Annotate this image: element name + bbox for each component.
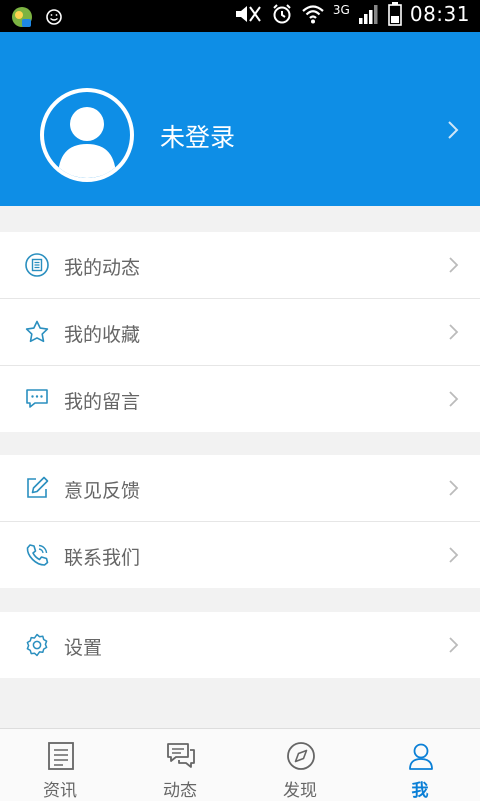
phone-icon xyxy=(24,542,50,568)
tab-label: 发现 xyxy=(240,776,360,801)
menu-item-settings[interactable]: 设置 xyxy=(0,612,480,678)
tab-activity[interactable]: 动态 xyxy=(120,729,240,801)
profile-header[interactable]: 未登录 xyxy=(0,32,480,206)
compass-icon xyxy=(286,741,316,771)
menu-item-contact-us[interactable]: 联系我们 xyxy=(0,522,480,588)
menu-item-feedback[interactable]: 意见反馈 xyxy=(0,455,480,522)
menu-item-my-messages[interactable]: 我的留言 xyxy=(0,366,480,432)
clock-time: 08:31 xyxy=(410,2,470,26)
edit-icon xyxy=(24,475,50,501)
alarm-icon xyxy=(271,3,293,25)
comment-icon xyxy=(24,386,50,412)
menu-item-label: 意见反馈 xyxy=(64,476,140,503)
menu-group-settings: 设置 xyxy=(0,612,480,678)
menu-item-label: 联系我们 xyxy=(64,543,140,570)
menu-item-label: 设置 xyxy=(64,633,102,660)
menu-item-my-feed[interactable]: 我的动态 xyxy=(0,232,480,299)
chevron-right-icon[interactable] xyxy=(446,119,460,141)
app-notification-icon xyxy=(10,5,34,29)
user-silhouette-icon xyxy=(44,92,130,178)
tab-discover[interactable]: 发现 xyxy=(240,729,360,801)
menu-item-my-favorites[interactable]: 我的收藏 xyxy=(0,299,480,366)
status-bar: 3G 08:31 xyxy=(0,0,480,32)
avatar[interactable] xyxy=(40,88,134,182)
menu-item-label: 我的收藏 xyxy=(64,320,140,347)
bottom-tab-bar: 资讯 动态 发现 我 xyxy=(0,728,480,801)
star-icon xyxy=(24,319,50,345)
menu-item-label: 我的留言 xyxy=(64,387,140,414)
tab-me[interactable]: 我 xyxy=(360,729,480,801)
user-icon xyxy=(406,741,436,771)
news-icon xyxy=(46,741,76,771)
signal-icon xyxy=(358,3,380,25)
login-status-label[interactable]: 未登录 xyxy=(160,118,235,154)
network-type-label: 3G xyxy=(333,3,350,17)
chevron-right-icon xyxy=(448,636,460,654)
tab-label: 我 xyxy=(360,776,480,801)
menu-group-support: 意见反馈 联系我们 xyxy=(0,455,480,588)
chevron-right-icon xyxy=(448,390,460,408)
news-feed-icon xyxy=(24,252,50,278)
tab-label: 资讯 xyxy=(0,776,120,801)
chevron-right-icon xyxy=(448,256,460,274)
tab-label: 动态 xyxy=(120,776,240,801)
chat-icon xyxy=(166,741,196,771)
chevron-right-icon xyxy=(448,546,460,564)
mute-icon xyxy=(233,3,263,25)
wifi-icon xyxy=(301,3,325,25)
chevron-right-icon xyxy=(448,479,460,497)
menu-item-label: 我的动态 xyxy=(64,253,140,280)
gear-icon xyxy=(24,632,50,658)
chevron-right-icon xyxy=(448,323,460,341)
battery-icon xyxy=(388,2,402,26)
menu-group-activity: 我的动态 我的收藏 我的留言 xyxy=(0,232,480,432)
tab-news[interactable]: 资讯 xyxy=(0,729,120,801)
smiley-notification-icon xyxy=(44,7,64,27)
